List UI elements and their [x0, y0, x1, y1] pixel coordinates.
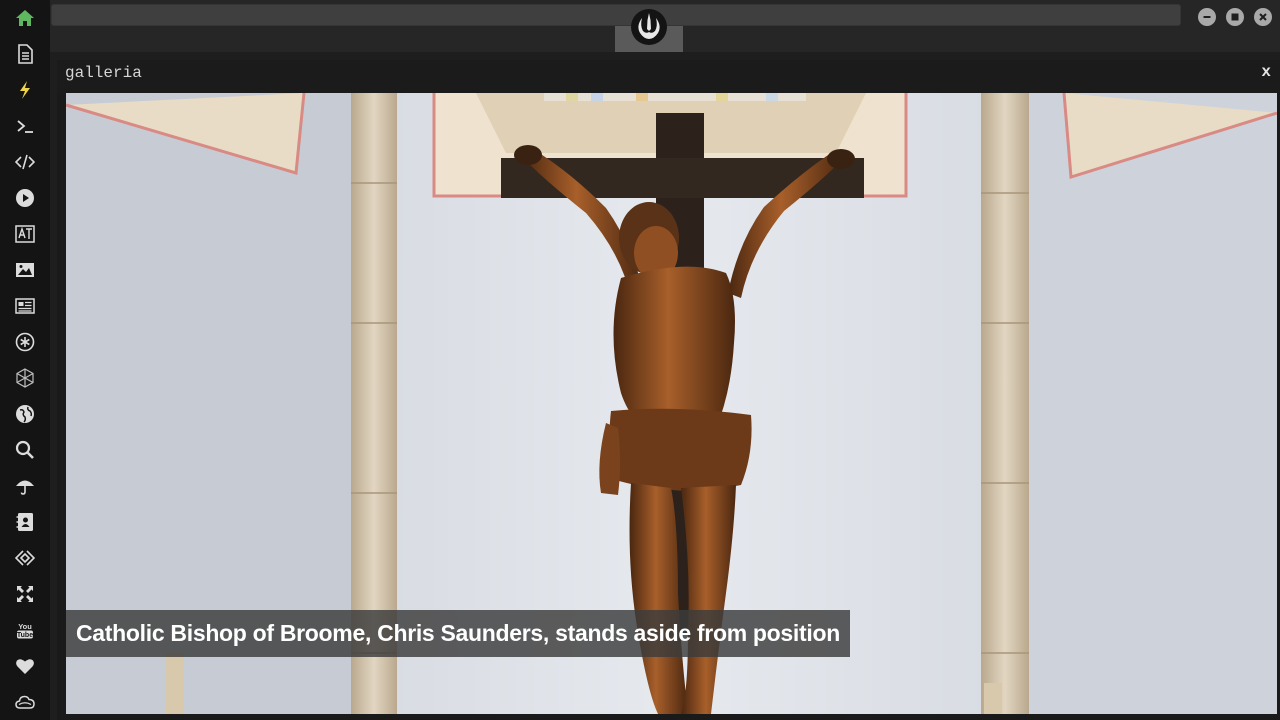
panel-title: galleria [65, 64, 142, 82]
heart-icon[interactable] [13, 654, 37, 678]
newspaper-icon[interactable] [13, 294, 37, 318]
code-icon[interactable] [13, 150, 37, 174]
expand-icon[interactable] [13, 582, 37, 606]
cloud-icon[interactable] [13, 690, 37, 714]
image-icon[interactable] [13, 258, 37, 282]
maximize-icon[interactable] [1226, 8, 1244, 26]
hexagon-network-icon[interactable] [13, 366, 37, 390]
umbrella-icon[interactable] [13, 474, 37, 498]
rebel-alliance-icon[interactable] [630, 8, 668, 46]
app-sidebar: You Tube [0, 0, 50, 720]
diamond-code-icon[interactable] [13, 546, 37, 570]
address-bar[interactable] [51, 4, 1181, 26]
translate-icon[interactable] [13, 222, 37, 246]
svg-text:You: You [18, 622, 32, 631]
minimize-icon[interactable] [1198, 8, 1216, 26]
image-caption: Catholic Bishop of Broome, Chris Saunder… [66, 610, 850, 657]
address-book-icon[interactable] [13, 510, 37, 534]
panel-close-button[interactable]: x [1261, 63, 1271, 81]
document-icon[interactable] [13, 42, 37, 66]
gallery-panel: galleria x Catholic Bishop of Broome, Ch… [57, 60, 1280, 720]
youtube-icon[interactable]: You Tube [13, 618, 37, 642]
home-icon[interactable] [13, 6, 37, 30]
snowflake-circle-icon[interactable] [13, 330, 37, 354]
panel-header: galleria x [57, 60, 1280, 93]
globe-icon[interactable] [13, 402, 37, 426]
play-icon[interactable] [13, 186, 37, 210]
caption-text: Catholic Bishop of Broome, Chris Saunder… [76, 620, 840, 646]
search-icon[interactable] [13, 438, 37, 462]
terminal-icon[interactable] [13, 114, 37, 138]
svg-text:Tube: Tube [17, 632, 33, 639]
close-icon[interactable] [1254, 8, 1272, 26]
lightning-icon[interactable] [13, 78, 37, 102]
